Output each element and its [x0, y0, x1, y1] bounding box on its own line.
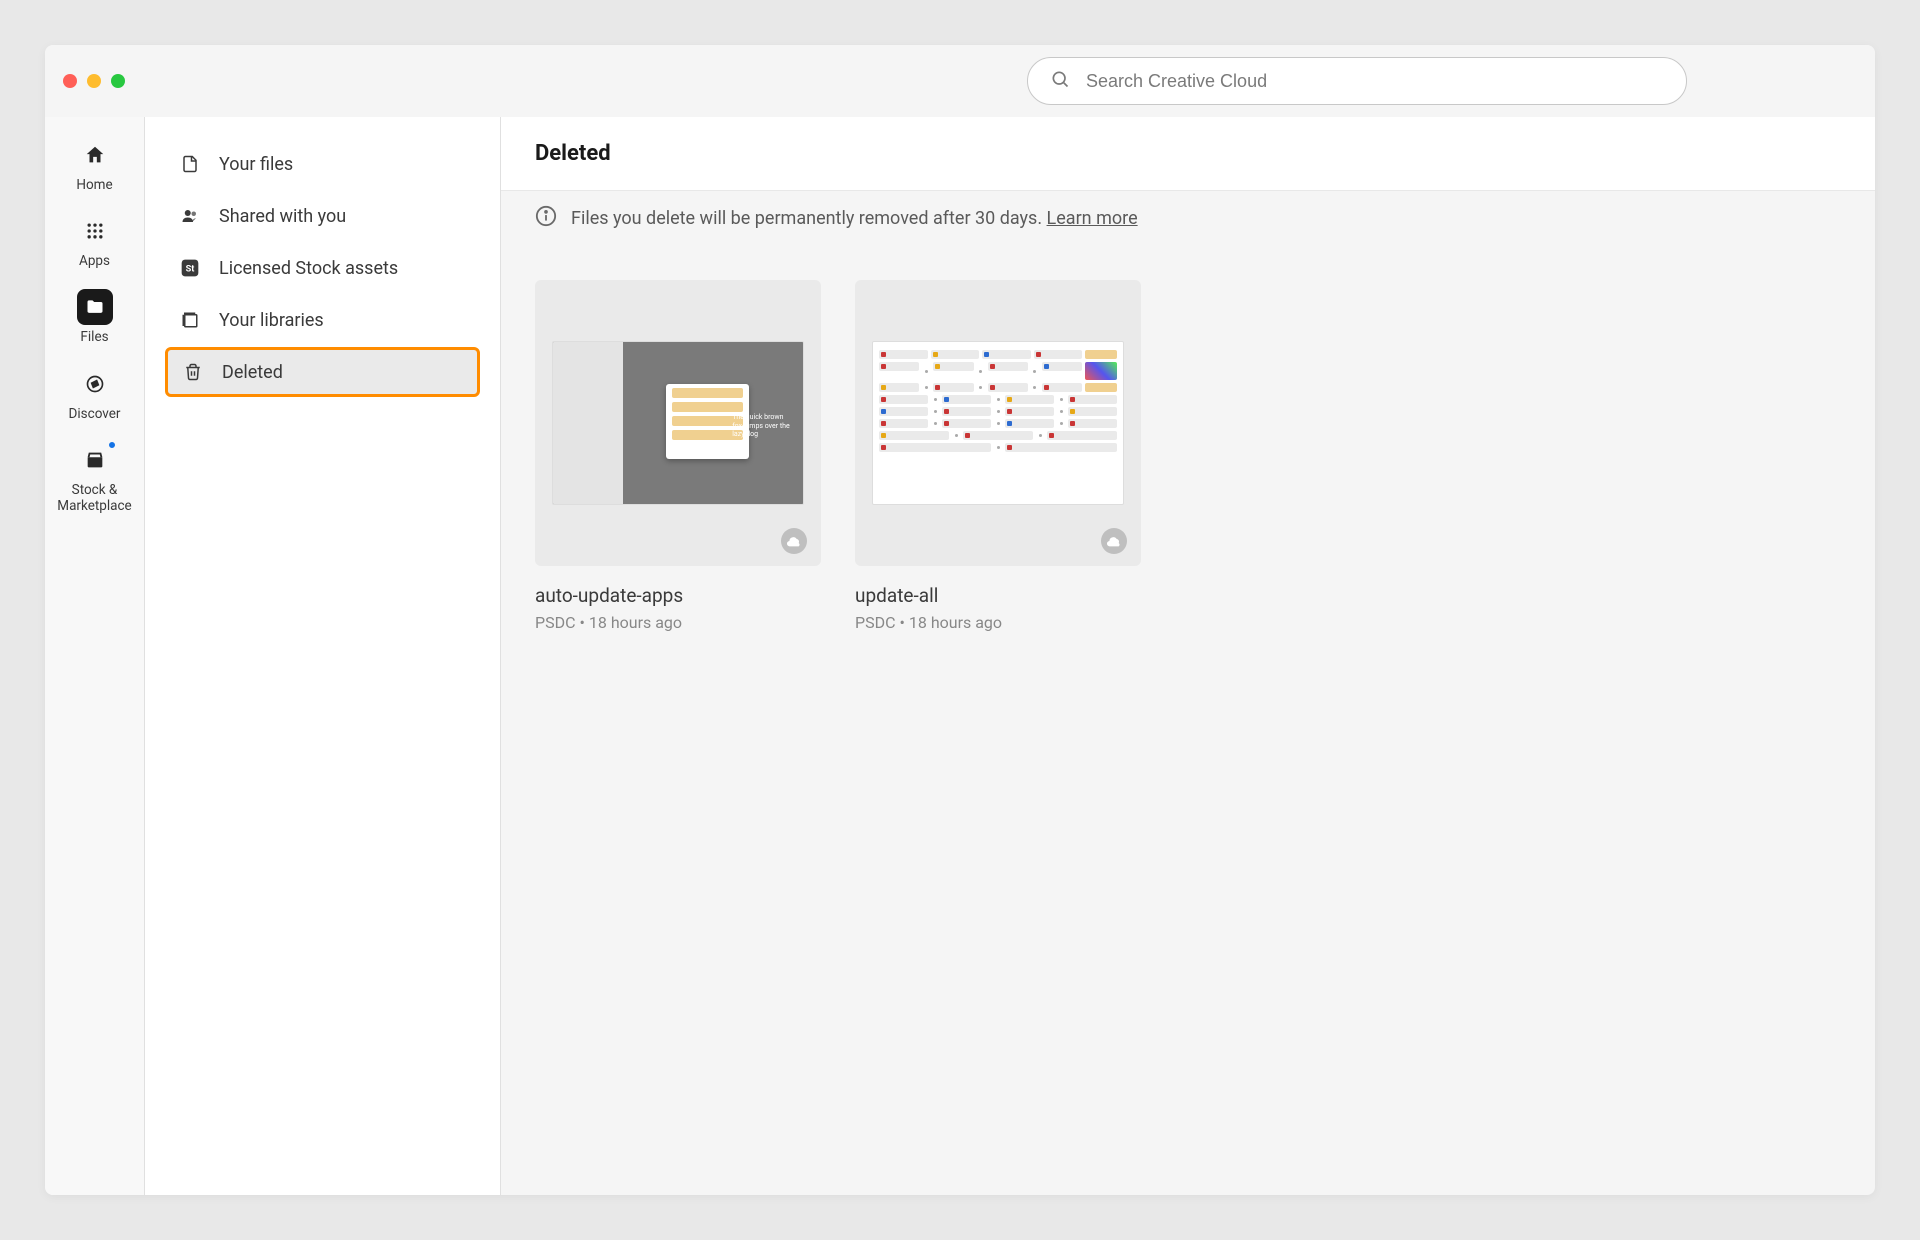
file-thumbnail: [855, 280, 1141, 566]
trash-icon: [182, 361, 204, 383]
file-card[interactable]: update-all PSDC • 18 hours ago: [855, 280, 1141, 632]
nav-rail: Home Apps Files Discover: [45, 117, 145, 1195]
cloud-icon: [1101, 528, 1127, 554]
svg-text:St: St: [186, 264, 195, 274]
file-grid: The quick brown fox jumps over the lazy …: [501, 246, 1875, 666]
sidebar: Your files Shared with you St Licensed S…: [145, 117, 501, 1195]
main-area: Home Apps Files Discover: [45, 117, 1875, 1195]
search-input[interactable]: [1086, 71, 1664, 92]
info-bar: Files you delete will be permanently rem…: [501, 191, 1875, 246]
cloud-icon: [781, 528, 807, 554]
search-box[interactable]: [1027, 57, 1687, 105]
discover-icon: [77, 366, 113, 402]
rail-label: Files: [80, 329, 108, 345]
content-area: Deleted Files you delete will be permane…: [501, 117, 1875, 1195]
sidebar-item-deleted[interactable]: Deleted: [165, 347, 480, 397]
info-text: Files you delete will be permanently rem…: [571, 208, 1138, 229]
sidebar-item-your-files[interactable]: Your files: [165, 139, 480, 189]
marketplace-icon: [77, 442, 113, 478]
file-card[interactable]: The quick brown fox jumps over the lazy …: [535, 280, 821, 632]
file-thumbnail: The quick brown fox jumps over the lazy …: [535, 280, 821, 566]
rail-label: Stock & Marketplace: [52, 482, 138, 514]
page-title: Deleted: [535, 141, 1841, 166]
file-icon: [179, 153, 201, 175]
rail-label: Discover: [69, 406, 121, 422]
titlebar: [45, 45, 1875, 117]
close-window-button[interactable]: [63, 74, 77, 88]
content-header: Deleted: [501, 117, 1875, 191]
home-icon: [77, 137, 113, 173]
stock-icon: St: [179, 257, 201, 279]
file-meta: PSDC • 18 hours ago: [535, 613, 821, 632]
sidebar-item-label: Your libraries: [219, 310, 324, 331]
info-icon: [535, 205, 557, 232]
rail-item-files[interactable]: Files: [52, 289, 138, 345]
learn-more-link[interactable]: Learn more: [1047, 208, 1138, 229]
sidebar-item-stock-assets[interactable]: St Licensed Stock assets: [165, 243, 480, 293]
file-name: update-all: [855, 584, 1141, 607]
maximize-window-button[interactable]: [111, 74, 125, 88]
apps-icon: [77, 213, 113, 249]
sidebar-item-label: Your files: [219, 154, 293, 175]
search-container: [1027, 57, 1687, 105]
people-icon: [179, 205, 201, 227]
search-icon: [1050, 69, 1070, 93]
sidebar-item-label: Licensed Stock assets: [219, 258, 398, 279]
libraries-icon: [179, 309, 201, 331]
rail-label: Apps: [79, 253, 110, 269]
window-controls: [63, 74, 125, 88]
rail-label: Home: [76, 177, 112, 193]
sidebar-item-libraries[interactable]: Your libraries: [165, 295, 480, 345]
files-icon: [77, 289, 113, 325]
minimize-window-button[interactable]: [87, 74, 101, 88]
sidebar-item-label: Deleted: [222, 362, 283, 383]
file-meta: PSDC • 18 hours ago: [855, 613, 1141, 632]
rail-item-home[interactable]: Home: [52, 137, 138, 193]
sidebar-item-label: Shared with you: [219, 206, 346, 227]
notification-badge: [107, 440, 117, 450]
rail-item-stock[interactable]: Stock & Marketplace: [52, 442, 138, 514]
rail-item-apps[interactable]: Apps: [52, 213, 138, 269]
app-window: Home Apps Files Discover: [45, 45, 1875, 1195]
rail-item-discover[interactable]: Discover: [52, 366, 138, 422]
sidebar-item-shared[interactable]: Shared with you: [165, 191, 480, 241]
file-name: auto-update-apps: [535, 584, 821, 607]
